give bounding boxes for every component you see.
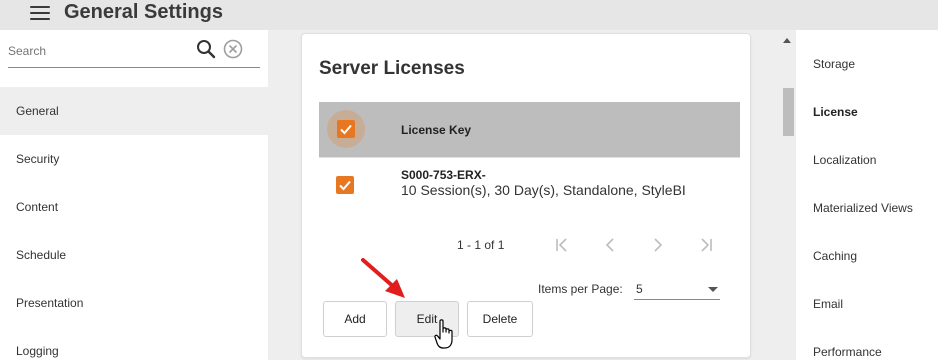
scroll-up-icon[interactable] — [783, 38, 791, 43]
right-nav-item-storage[interactable]: Storage — [796, 40, 938, 88]
check-icon — [340, 124, 352, 135]
sidebar-item-security[interactable]: Security — [0, 135, 268, 183]
hand-cursor-icon — [434, 319, 453, 349]
server-licenses-card: Server Licenses License Key S000-753-ERX… — [301, 33, 751, 358]
items-per-page-value: 5 — [636, 282, 643, 296]
scrollbar[interactable] — [780, 30, 796, 360]
add-button[interactable]: Add — [323, 301, 387, 337]
annotation-arrow-icon — [361, 258, 405, 298]
last-page-icon[interactable] — [696, 235, 716, 255]
column-header-license-key[interactable]: License Key — [401, 123, 471, 137]
sidebar-item-label: Presentation — [16, 296, 84, 310]
sidebar-item-label: Logging — [16, 344, 59, 358]
check-icon — [339, 180, 351, 191]
page-title: General Settings — [64, 1, 223, 23]
first-page-icon[interactable] — [552, 235, 572, 255]
license-description: 10 Session(s), 30 Day(s), Standalone, St… — [401, 182, 686, 198]
right-nav-item-materialized-views[interactable]: Materialized Views — [796, 184, 938, 232]
sidebar-item-logging[interactable]: Logging — [0, 327, 268, 360]
sidebar: General Security Content Schedule Presen… — [0, 30, 268, 360]
select-all-checkbox[interactable] — [337, 120, 355, 138]
previous-page-icon[interactable] — [600, 235, 620, 255]
sidebar-item-label: Schedule — [16, 248, 67, 262]
sidebar-item-presentation[interactable]: Presentation — [0, 279, 268, 327]
main-content: Server Licenses License Key S000-753-ERX… — [268, 30, 780, 360]
delete-button[interactable]: Delete — [467, 301, 533, 337]
table-row[interactable]: S000-753-ERX- 10 Session(s), 30 Day(s), … — [319, 157, 740, 207]
right-nav-list: Storage License Localization Materialize… — [796, 40, 938, 360]
search-field — [8, 38, 260, 68]
app-header: General Settings — [0, 0, 938, 30]
sidebar-item-label: Content — [16, 200, 59, 214]
clear-icon[interactable] — [223, 39, 243, 59]
next-page-icon[interactable] — [648, 235, 668, 255]
sidebar-item-schedule[interactable]: Schedule — [0, 231, 268, 279]
sidebar-item-general[interactable]: General — [0, 87, 268, 135]
right-nav-item-performance[interactable]: Performance — [796, 328, 938, 360]
table-header: License Key — [319, 102, 740, 157]
license-key: S000-753-ERX- — [401, 168, 486, 182]
search-input[interactable] — [8, 40, 188, 62]
row-checkbox[interactable] — [336, 176, 354, 194]
sidebar-item-label: Security — [16, 152, 60, 166]
items-per-page-label: Items per Page: — [538, 282, 623, 296]
right-nav: Storage License Localization Materialize… — [796, 30, 938, 360]
right-nav-item-caching[interactable]: Caching — [796, 232, 938, 280]
sidebar-item-label: General — [16, 104, 59, 118]
right-nav-item-email[interactable]: Email — [796, 280, 938, 328]
chevron-down-icon — [708, 287, 718, 292]
pager-range: 1 - 1 of 1 — [457, 238, 505, 252]
right-nav-item-localization[interactable]: Localization — [796, 136, 938, 184]
sidebar-nav: General Security Content Schedule Presen… — [0, 87, 268, 360]
menu-icon[interactable] — [30, 6, 50, 20]
items-per-page-select[interactable]: 5 — [634, 278, 720, 300]
sidebar-item-content[interactable]: Content — [0, 183, 268, 231]
right-nav-item-license[interactable]: License — [796, 88, 938, 136]
card-title: Server Licenses — [319, 58, 465, 79]
scrollbar-thumb[interactable] — [783, 88, 794, 136]
search-icon[interactable] — [196, 39, 216, 59]
